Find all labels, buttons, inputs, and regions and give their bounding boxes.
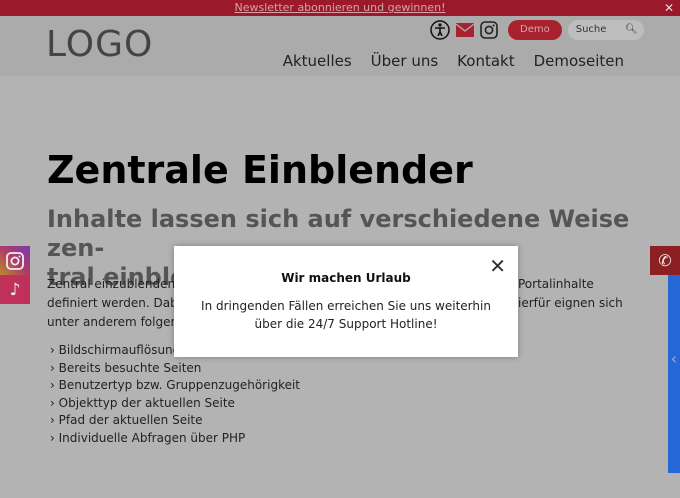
para-line: unter anderem folgend <box>47 315 186 329</box>
accessibility-icon[interactable] <box>430 20 450 40</box>
instagram-icon <box>6 251 24 270</box>
logo[interactable]: LOGO <box>46 24 153 65</box>
nav-demoseiten[interactable]: Demoseiten <box>534 52 624 70</box>
search-icon[interactable]: 🔍︎ <box>625 20 638 40</box>
modal-body: In dringenden Fällen erreichen Sie uns w… <box>201 299 491 331</box>
close-icon[interactable]: ✕ <box>664 0 674 16</box>
tiktok-icon: ♪ <box>9 279 21 300</box>
para-line: ierfür eignen sich <box>518 296 623 310</box>
mail-icon[interactable] <box>456 23 474 37</box>
list-item: Pfad der aktuellen Seite <box>50 412 300 430</box>
nav-ueber-uns[interactable]: Über uns <box>371 52 439 70</box>
para-line: Zentral einzublendende <box>47 277 191 291</box>
vacation-modal: ✕ Wir machen Urlaub In dringenden Fällen… <box>174 246 518 357</box>
page-title: Zentrale Einblender <box>47 148 473 192</box>
phone-icon: ✆ <box>658 251 672 270</box>
list-item: Bereits besuchte Seiten <box>50 360 300 378</box>
phone-button[interactable]: ✆ <box>650 246 680 275</box>
side-panel-toggle[interactable]: ‹ <box>668 275 680 473</box>
instagram-icon[interactable] <box>480 21 498 39</box>
para-line: Portalinhalte <box>518 277 594 291</box>
search-placeholder: Suche <box>575 24 607 35</box>
para-line: definiert werden. Dabe <box>47 296 186 310</box>
list-item: Individuelle Abfragen über PHP <box>50 430 300 448</box>
header: LOGO Demo Suche 🔍︎ Aktuelles Über uns Kon… <box>0 16 680 76</box>
main-nav: Aktuelles Über uns Kontakt Demoseiten <box>283 52 624 70</box>
demo-button[interactable]: Demo <box>508 20 562 40</box>
tiktok-side-button[interactable]: ♪ <box>0 275 30 304</box>
intro-paragraph-left: Zentral einzublendende definiert werden.… <box>47 275 190 332</box>
search-input[interactable]: Suche 🔍︎ <box>567 20 644 40</box>
list-item: Benutzertyp bzw. Gruppenzugehörigkeit <box>50 377 300 395</box>
instagram-side-button[interactable] <box>0 246 30 275</box>
nav-aktuelles[interactable]: Aktuelles <box>283 52 352 70</box>
modal-title: Wir machen Urlaub <box>281 271 411 285</box>
close-icon[interactable]: ✕ <box>489 254 506 278</box>
criteria-list: Bildschirmauflösung Bereits besuchte Sei… <box>50 342 300 448</box>
newsletter-link[interactable]: Newsletter abonnieren und gewinnen! <box>234 1 445 14</box>
newsletter-bar: Newsletter abonnieren und gewinnen! ✕ <box>0 0 680 16</box>
nav-kontakt[interactable]: Kontakt <box>457 52 514 70</box>
intro-paragraph-right: Portalinhalte ierfür eignen sich <box>518 275 623 313</box>
list-item: Objekttyp der aktuellen Seite <box>50 395 300 413</box>
chevron-left-icon: ‹ <box>670 349 678 368</box>
